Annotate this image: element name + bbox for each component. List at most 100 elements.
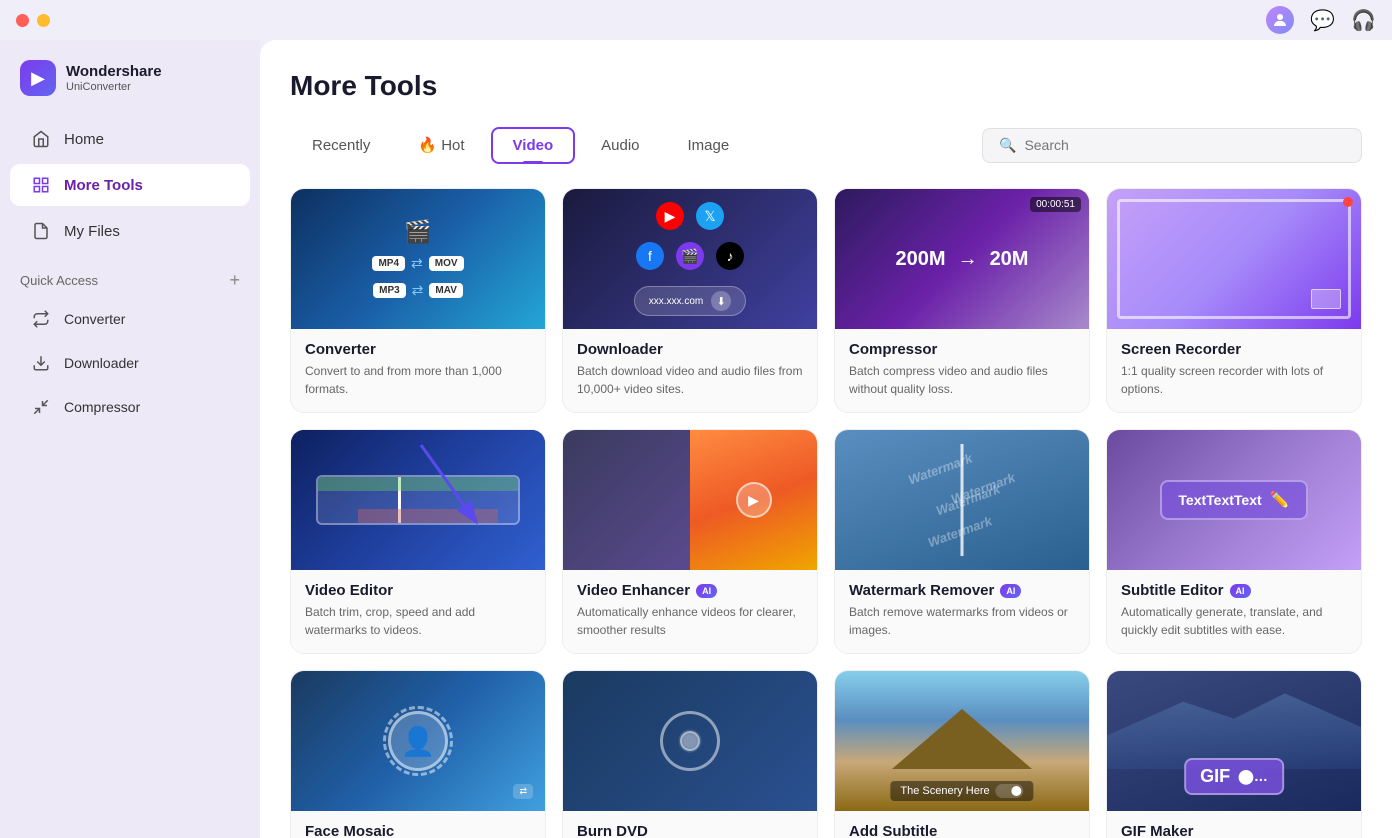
minimize-button[interactable] (37, 14, 50, 27)
search-input[interactable] (1024, 137, 1345, 153)
add-quick-access-button[interactable]: + (229, 270, 240, 291)
wm-text-3: Watermark (925, 513, 993, 550)
subtitle-sample-text: TextTextText (1178, 492, 1261, 508)
more-tools-icon (30, 174, 52, 196)
tool-thumbnail-editor (291, 430, 545, 570)
search-box[interactable]: 🔍 (982, 128, 1362, 163)
tool-thumbnail-enhancer: ▶ (563, 430, 817, 570)
message-icon[interactable]: 💬 (1310, 8, 1335, 33)
toggle-switch (996, 784, 1024, 798)
tool-card-caption[interactable]: The Scenery Here Add Subtitle Add text c… (834, 670, 1090, 838)
caption-overlay: The Scenery Here (890, 781, 1033, 801)
tool-name-recorder: Screen Recorder (1121, 341, 1347, 358)
recorder-corner (1311, 289, 1341, 309)
tool-desc-compressor: Batch compress video and audio files wit… (849, 362, 1075, 398)
tool-thumbnail-recorder (1107, 189, 1361, 329)
face-icon-container: 👤 (388, 711, 448, 771)
tabs-row: Recently 🔥 Hot Video Audio Image 🔍 (290, 126, 1362, 164)
swap-label: ⇄ (513, 784, 533, 799)
sidebar-item-my-files[interactable]: My Files (10, 210, 250, 252)
tool-card-gif[interactable]: GIF ⬤… GIF Maker Create GIF from video o… (1106, 670, 1362, 838)
subtitle-text-box: TextTextText ✏️ (1160, 480, 1307, 520)
tool-desc-enhancer: Automatically enhance videos for clearer… (577, 603, 803, 639)
tool-info-caption: Add Subtitle Add text captions to your v… (835, 811, 1089, 838)
tool-card-subtitle[interactable]: TextTextText ✏️ Subtitle Editor AI Autom… (1106, 429, 1362, 654)
face-circle (383, 706, 453, 776)
tool-thumbnail-burn (563, 671, 817, 811)
facebook-icon: f (636, 242, 664, 270)
url-bar: xxx.xxx.com ⬇ (634, 286, 746, 316)
time-badge: 00:00:51 (1030, 197, 1081, 212)
quick-access-header: Quick Access + (0, 254, 260, 297)
film-icon: 🎬 (404, 219, 431, 245)
url-text: xxx.xxx.com (649, 296, 703, 307)
tool-info-converter: Converter Convert to and from more than … (291, 329, 545, 412)
tool-card-video-enhancer[interactable]: ▶ Video Enhancer AI Automatically enhanc… (562, 429, 818, 654)
app-logo: ▶ Wondershare UniConverter (0, 52, 260, 116)
tool-thumbnail-downloader: ▶ 𝕏 f 🎬 ♪ xxx.xxx.com ⬇ (563, 189, 817, 329)
tab-audio[interactable]: Audio (579, 127, 661, 164)
pacman-icon: ⬤… (1238, 768, 1268, 785)
tool-card-converter[interactable]: 🎬 MP4 ⇄ MOV MP3 ⇄ MAV Converter Convert … (290, 188, 546, 413)
sidebar-label-downloader: Downloader (64, 355, 139, 371)
tool-card-screen-recorder[interactable]: Screen Recorder 1:1 quality screen recor… (1106, 188, 1362, 413)
toggle-knob (1012, 786, 1022, 796)
tool-name-compressor: Compressor (849, 341, 1075, 358)
tool-card-video-editor[interactable]: Video Editor Batch trim, crop, speed and… (290, 429, 546, 654)
tab-image[interactable]: Image (666, 127, 752, 164)
tool-card-face-mosaic[interactable]: 👤 ⇄ Face Mosaic Automatically detect and… (290, 670, 546, 838)
avatar-icon[interactable] (1266, 6, 1294, 34)
tool-info-watermark: Watermark Remover AI Batch remove waterm… (835, 570, 1089, 653)
my-files-icon (30, 220, 52, 242)
tool-name-watermark: Watermark Remover AI (849, 582, 1075, 599)
search-icon: 🔍 (999, 137, 1016, 154)
tiktok-icon: ♪ (716, 242, 744, 270)
play-button: ▶ (736, 482, 772, 518)
tool-thumbnail-compressor: 00:00:51 200M → 20M (835, 189, 1089, 329)
home-icon (30, 128, 52, 150)
ai-badge-enhancer: AI (696, 584, 717, 598)
tool-desc-watermark: Batch remove watermarks from videos or i… (849, 603, 1075, 639)
tab-hot[interactable]: 🔥 Hot (396, 126, 486, 164)
tool-name-burn-dvd: Burn DVD (577, 823, 803, 838)
tool-name-caption: Add Subtitle (849, 823, 1075, 838)
tool-info-burn-dvd: Burn DVD Burn your videos to DVD with hi… (563, 811, 817, 838)
sidebar-item-compressor[interactable]: Compressor (10, 387, 250, 427)
tool-desc-downloader: Batch download video and audio files fro… (577, 362, 803, 398)
tab-recently[interactable]: Recently (290, 127, 392, 164)
tool-thumbnail-caption: The Scenery Here (835, 671, 1089, 811)
disc-icon (660, 711, 720, 771)
editor-arrow (411, 440, 491, 530)
wm-text-1: Watermark (906, 450, 974, 487)
twitter-icon: 𝕏 (696, 202, 724, 230)
disc-center (680, 731, 700, 751)
social-icons: ▶ 𝕏 (656, 202, 724, 230)
tool-info-editor: Video Editor Batch trim, crop, speed and… (291, 570, 545, 653)
format-mp4: MP4 (372, 256, 405, 271)
gif-text: GIF (1200, 766, 1230, 787)
tool-card-burn-dvd[interactable]: Burn DVD Burn your videos to DVD with hi… (562, 670, 818, 838)
titlebar-right: 💬 🎧 (1266, 6, 1376, 34)
tab-video[interactable]: Video (491, 127, 576, 164)
download-btn-icon: ⬇ (711, 291, 731, 311)
sidebar-item-home[interactable]: Home (10, 118, 250, 160)
sidebar-label-converter: Converter (64, 311, 125, 327)
tool-desc-subtitle: Automatically generate, translate, and q… (1121, 603, 1347, 639)
tool-card-compressor[interactable]: 00:00:51 200M → 20M Compressor Batch com… (834, 188, 1090, 413)
tool-card-downloader[interactable]: ▶ 𝕏 f 🎬 ♪ xxx.xxx.com ⬇ Downloader (562, 188, 818, 413)
tool-card-watermark[interactable]: Watermark Watermark Watermark Watermark … (834, 429, 1090, 654)
tool-info-enhancer: Video Enhancer AI Automatically enhance … (563, 570, 817, 653)
titlebar: 💬 🎧 (0, 0, 1392, 40)
sidebar-item-converter[interactable]: Converter (10, 299, 250, 339)
sidebar-item-more-tools[interactable]: More Tools (10, 164, 250, 206)
sidebar-label-home: Home (64, 131, 104, 148)
tool-name-gif: GIF Maker (1121, 823, 1347, 838)
headphone-icon[interactable]: 🎧 (1351, 8, 1376, 33)
tool-info-subtitle: Subtitle Editor AI Automatically generat… (1107, 570, 1361, 653)
close-button[interactable] (16, 14, 29, 27)
sidebar-item-downloader[interactable]: Downloader (10, 343, 250, 383)
tool-thumbnail-face-mosaic: 👤 ⇄ (291, 671, 545, 811)
logo-icon: ▶ (20, 60, 56, 96)
logo-brand: Wondershare (66, 63, 162, 81)
sidebar-label-my-files: My Files (64, 223, 120, 240)
